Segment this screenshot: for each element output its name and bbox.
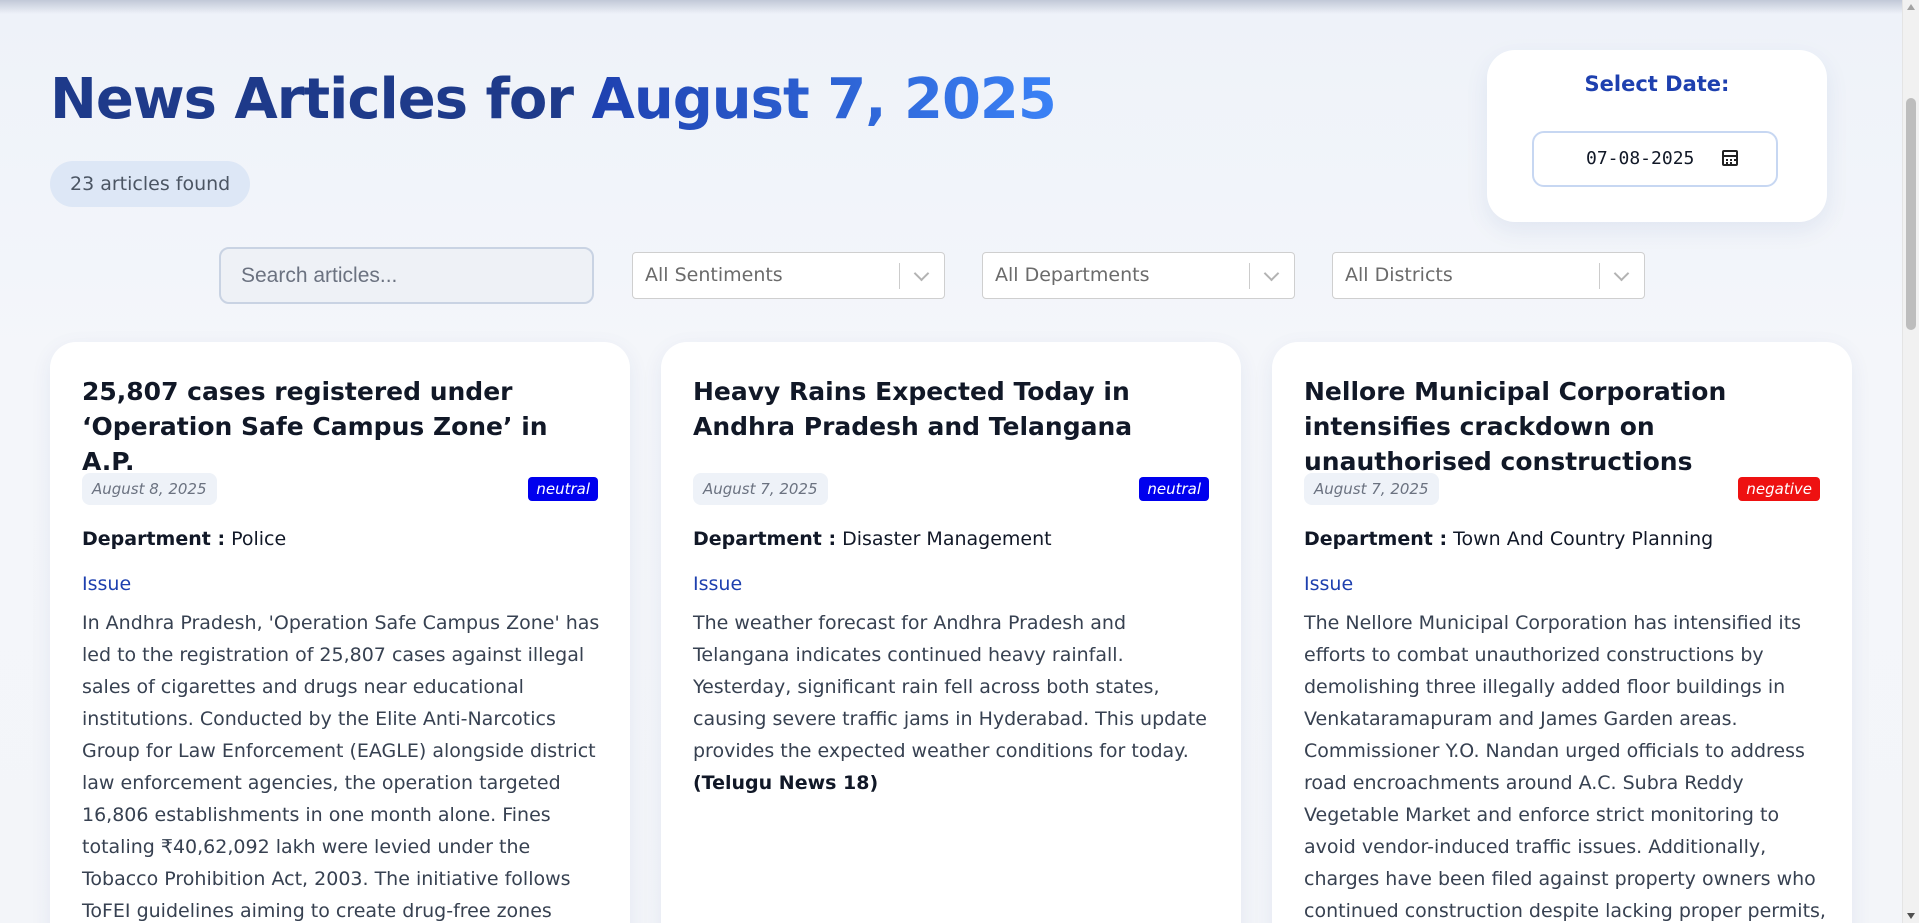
- department-label: Department :: [82, 528, 226, 550]
- department-value: Police: [231, 528, 287, 550]
- sentiment-select[interactable]: All Sentiments: [632, 252, 945, 299]
- date-picker-label: Select Date:: [1584, 72, 1730, 96]
- header-shadow: [0, 0, 1903, 14]
- department-label: Department :: [1304, 528, 1448, 550]
- article-card[interactable]: Nellore Municipal Corporation intensifie…: [1272, 342, 1852, 923]
- article-summary: The Nellore Municipal Corporation has in…: [1304, 612, 1826, 922]
- page-scrollbar[interactable]: [1902, 0, 1919, 923]
- department-line: Department : Disaster Management: [693, 526, 1052, 552]
- district-select[interactable]: All Districts: [1332, 252, 1645, 299]
- issue-heading: Issue: [1304, 573, 1354, 595]
- page-title: News Articles for August 7, 2025: [50, 62, 1057, 138]
- department-line: Department : Police: [82, 526, 286, 552]
- department-select-value: All Departments: [995, 264, 1150, 286]
- article-source: (Telugu News 18): [693, 772, 879, 794]
- scroll-down-arrow-icon[interactable]: [1907, 913, 1915, 919]
- select-separator: [899, 263, 900, 289]
- date-picker-card: Select Date: 07-08-2025: [1487, 50, 1827, 222]
- select-separator: [1599, 263, 1600, 289]
- issue-heading: Issue: [693, 573, 743, 595]
- scrollbar-thumb[interactable]: [1906, 98, 1916, 330]
- issue-heading: Issue: [82, 573, 132, 595]
- article-title[interactable]: Heavy Rains Expected Today in Andhra Pra…: [693, 374, 1213, 444]
- sentiment-select-value: All Sentiments: [645, 264, 783, 286]
- district-select-value: All Districts: [1345, 264, 1453, 286]
- article-title[interactable]: Nellore Municipal Corporation intensifie…: [1304, 374, 1824, 479]
- article-card[interactable]: 25,807 cases registered under ‘Operation…: [50, 342, 630, 923]
- sentiment-badge: neutral: [528, 477, 598, 501]
- article-summary: In Andhra Pradesh, 'Operation Safe Campu…: [82, 612, 600, 922]
- page-title-date: August 7, 2025: [591, 67, 1056, 132]
- chevron-down-icon[interactable]: [913, 265, 930, 282]
- date-input[interactable]: 07-08-2025: [1532, 131, 1778, 187]
- article-card[interactable]: Heavy Rains Expected Today in Andhra Pra…: [661, 342, 1241, 923]
- date-input-value: 07-08-2025: [1586, 148, 1695, 169]
- scroll-up-arrow-icon[interactable]: [1907, 4, 1915, 10]
- department-label: Department :: [693, 528, 837, 550]
- article-title[interactable]: 25,807 cases registered under ‘Operation…: [82, 374, 602, 479]
- department-line: Department : Town And Country Planning: [1304, 526, 1713, 552]
- article-summary: The weather forecast for Andhra Pradesh …: [693, 612, 1207, 762]
- select-separator: [1249, 263, 1250, 289]
- calendar-icon[interactable]: [1722, 150, 1738, 166]
- department-select[interactable]: All Departments: [982, 252, 1295, 299]
- chevron-down-icon[interactable]: [1613, 265, 1630, 282]
- sentiment-badge: negative: [1738, 477, 1820, 501]
- department-value: Town And Country Planning: [1453, 528, 1714, 550]
- search-input[interactable]: [219, 247, 594, 304]
- article-date: August 7, 2025: [693, 473, 828, 505]
- article-date: August 7, 2025: [1304, 473, 1439, 505]
- sentiment-badge: neutral: [1139, 477, 1209, 501]
- chevron-down-icon[interactable]: [1263, 265, 1280, 282]
- articles-count-badge: 23 articles found: [50, 161, 251, 207]
- article-date: August 8, 2025: [82, 473, 217, 505]
- department-value: Disaster Management: [842, 528, 1052, 550]
- page-title-prefix: News Articles for: [50, 67, 574, 132]
- page: News Articles for August 7, 2025 23 arti…: [0, 0, 1919, 923]
